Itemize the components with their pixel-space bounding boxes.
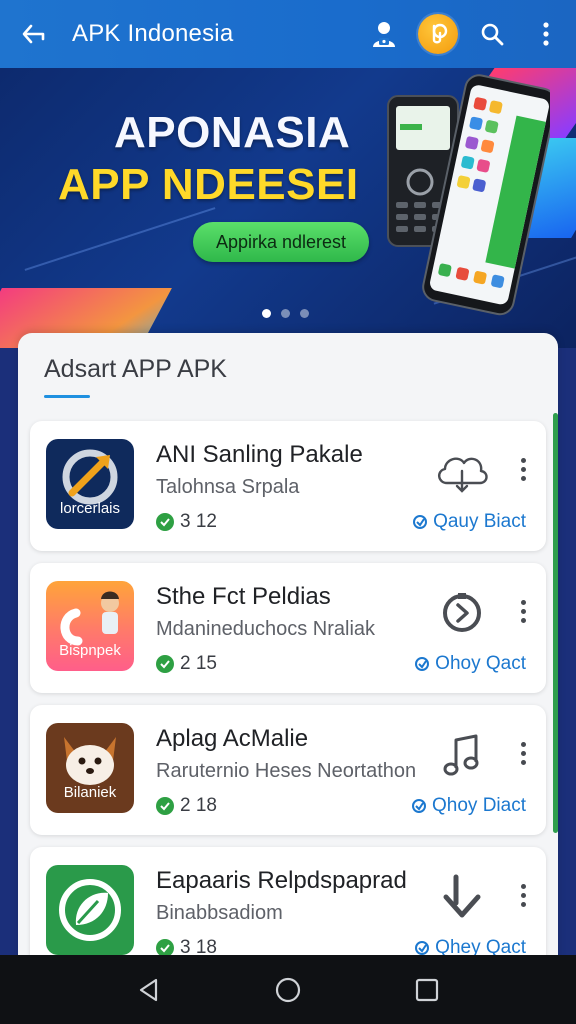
back-triangle-icon: [140, 978, 158, 1001]
app-status-label: Qhoy Diact: [432, 795, 526, 816]
app-bar: APK Indonesia: [0, 0, 576, 68]
app-status-label: Ohoy Qact: [435, 653, 526, 674]
app-subtitle: Raruternio Heses Neortathon: [156, 760, 417, 782]
status-icon: [412, 799, 427, 813]
item-more-button[interactable]: [512, 449, 534, 489]
item-more-button[interactable]: [512, 875, 534, 915]
app-status-label: Qauy Biact: [433, 511, 526, 532]
app-title: APK Indonesia: [72, 20, 234, 47]
banner-cta-button[interactable]: Appirka ndlerest: [193, 222, 369, 262]
app-name: ANI Sanling Pakale: [156, 441, 363, 468]
app-icon: Bispnpek: [46, 581, 134, 671]
app-rating-value: 3 12: [180, 511, 217, 532]
app-subtitle: Talohnsa Srpala: [156, 476, 300, 498]
item-more-button[interactable]: [512, 591, 534, 631]
item-more-button[interactable]: [512, 733, 534, 773]
scrollbar[interactable]: [553, 413, 558, 833]
search-icon: [481, 23, 504, 46]
coin-icon: [418, 14, 458, 54]
app-icon-label: Bilaniek: [63, 784, 117, 801]
system-nav-bar: [0, 955, 576, 1024]
app-list-item[interactable]: lorcerlais ANI Sanling Pakale Talohnsa S…: [30, 421, 546, 551]
nav-home-button[interactable]: [268, 970, 308, 1010]
app-name: Aplag AcMalie: [156, 725, 309, 752]
recents-square-icon: [415, 978, 438, 1001]
app-list-card: Adsart APP APK lorcerlais ANI Sanling Pa…: [18, 333, 558, 977]
section-title: Adsart APP APK: [44, 355, 227, 383]
more-vert-icon: [543, 22, 549, 46]
play-button[interactable]: [432, 729, 492, 781]
app-name: Sthe Fct Peldias: [156, 583, 331, 610]
carousel-indicator: [262, 309, 309, 318]
status-icon: [415, 941, 430, 955]
app-icon: Bilaniek: [46, 723, 134, 813]
app-name: Eapaaris Relpdspaprad: [156, 867, 407, 894]
account-button[interactable]: [362, 12, 406, 56]
app-list-item[interactable]: Bilaniek Aplag AcMalie Raruternio Heses …: [30, 705, 546, 835]
app-list-item[interactable]: Bispnpek Sthe Fct Peldias Mdanineduchocs…: [30, 563, 546, 693]
section-title-underline: [44, 395, 90, 398]
banner-subheadline: APP NDEESEI: [58, 160, 359, 209]
app-rating: 2 15: [156, 653, 217, 675]
nav-back-button[interactable]: [129, 970, 169, 1010]
app-status: Ohoy Qact: [414, 653, 526, 675]
carousel-dot[interactable]: [300, 309, 309, 318]
app-status: Qhoy Diact: [411, 795, 526, 817]
banner-headline: APONASIA: [114, 108, 351, 157]
search-button[interactable]: [470, 12, 514, 56]
download-button[interactable]: [432, 871, 492, 923]
back-arrow-icon: [22, 24, 45, 44]
app-subtitle: Mdanineduchocs Nraliak: [156, 618, 376, 640]
download-button[interactable]: [432, 445, 492, 497]
coins-button[interactable]: [416, 12, 460, 56]
more-vert-icon: [520, 599, 526, 605]
overflow-menu-button[interactable]: [524, 12, 568, 56]
check-icon: [156, 513, 174, 531]
more-vert-icon: [520, 741, 526, 747]
app-rating-value: 2 18: [180, 795, 217, 816]
status-icon: [413, 515, 428, 529]
app-rating: 2 18: [156, 795, 217, 817]
app-icon: lorcerlais: [46, 439, 134, 529]
app-rating-value: 2 15: [180, 653, 217, 674]
music-note-icon: [443, 734, 479, 776]
app-icon-label: lorcerlais: [59, 500, 120, 517]
home-circle-icon: [275, 977, 301, 1002]
update-button[interactable]: [432, 587, 492, 639]
cloud-download-icon: [438, 457, 488, 493]
check-icon: [156, 797, 174, 815]
carousel-dot[interactable]: [281, 309, 290, 318]
more-vert-icon: [520, 883, 526, 889]
banner-decor-line: [24, 207, 216, 271]
download-arrow-icon: [443, 874, 481, 918]
app-icon-label: Bispnpek: [59, 642, 121, 659]
user-lock-icon: [373, 22, 395, 47]
back-button[interactable]: [14, 14, 54, 54]
carousel-dot[interactable]: [262, 309, 271, 318]
refresh-circle-icon: [443, 593, 481, 632]
check-icon: [156, 655, 174, 673]
app-icon: [46, 865, 134, 955]
phones-illustration: [387, 74, 550, 316]
app-subtitle: Binabbsadiom: [156, 902, 283, 924]
status-icon: [415, 657, 430, 671]
app-status: Qauy Biact: [412, 511, 526, 533]
more-vert-icon: [520, 457, 526, 463]
nav-recents-button[interactable]: [407, 970, 447, 1010]
app-rating: 3 12: [156, 511, 217, 533]
promo-banner[interactable]: APONASIA APP NDEESEI Appirka ndlerest: [0, 68, 576, 348]
